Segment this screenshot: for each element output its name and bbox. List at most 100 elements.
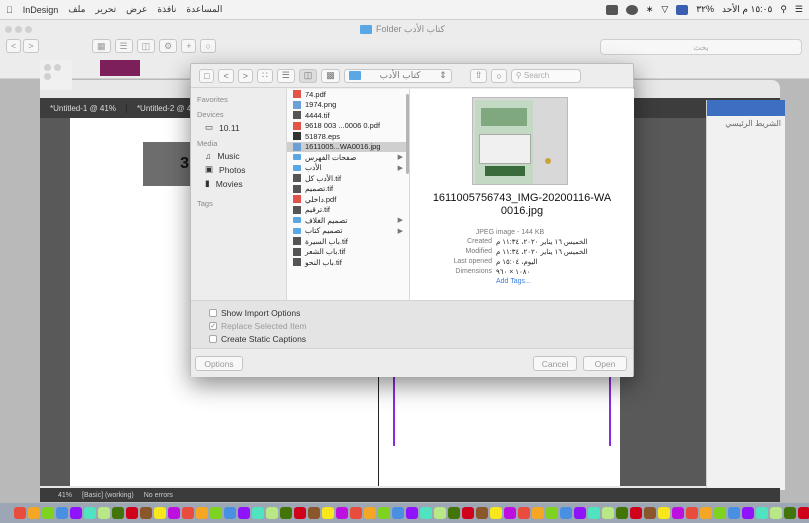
- finder-view-icons-button[interactable]: ▦: [92, 39, 111, 53]
- sidebar-item-device[interactable]: ▭ 10.11: [205, 122, 286, 133]
- dock-app-icon[interactable]: [112, 507, 124, 519]
- clock-text[interactable]: ١٥:٠٥ م الأحد: [722, 4, 772, 15]
- dock-app-icon[interactable]: [28, 507, 40, 519]
- dock-app-icon[interactable]: [644, 507, 656, 519]
- back-button[interactable]: <: [218, 68, 234, 83]
- dock-app-icon[interactable]: [546, 507, 558, 519]
- replace-selected-checkbox[interactable]: ✓: [209, 322, 217, 330]
- dock-app-icon[interactable]: [392, 507, 404, 519]
- add-tags-link[interactable]: Add Tags...: [496, 278, 531, 285]
- menu-indesign[interactable]: InDesign: [23, 5, 59, 15]
- tag-button[interactable]: ○: [491, 68, 507, 83]
- dock-app-icon[interactable]: [490, 507, 502, 519]
- dock-app-icon[interactable]: [350, 507, 362, 519]
- finder-tags-button[interactable]: ○: [200, 39, 216, 53]
- dock-app-icon[interactable]: [518, 507, 530, 519]
- file-row[interactable]: باب الشعر.tif: [287, 247, 409, 258]
- cancel-button[interactable]: Cancel: [533, 356, 577, 371]
- file-row[interactable]: ترقيم.tif: [287, 205, 409, 216]
- indesign-zoom-button[interactable]: [44, 73, 51, 80]
- file-row[interactable]: 51878.eps: [287, 131, 409, 142]
- finder-view-list-button[interactable]: ☰: [114, 39, 133, 53]
- flag-icon[interactable]: [676, 4, 689, 15]
- dock-app-icon[interactable]: [322, 507, 334, 519]
- file-row[interactable]: تصميم كتاب ▶: [287, 226, 409, 237]
- dock-app-icon[interactable]: [210, 507, 222, 519]
- dock-app-icon[interactable]: [756, 507, 768, 519]
- dialog-search-input[interactable]: ⚲ Search: [510, 68, 581, 83]
- dock-app-icon[interactable]: [252, 507, 264, 519]
- view-columns-button[interactable]: ◫: [298, 68, 318, 83]
- finder-view-columns-button[interactable]: ◫: [136, 39, 156, 53]
- notification-center-icon[interactable]: ☰: [795, 4, 803, 15]
- dock-app-icon[interactable]: [728, 507, 740, 519]
- status-preflight-profile[interactable]: [Basic] (working): [82, 492, 134, 499]
- file-row[interactable]: 4444.tif: [287, 110, 409, 121]
- dock-app-icon[interactable]: [294, 507, 306, 519]
- dock-app-icon[interactable]: [616, 507, 628, 519]
- forward-button[interactable]: >: [237, 68, 253, 83]
- dock-app-icon[interactable]: [714, 507, 726, 519]
- dock-app-icon[interactable]: [280, 507, 292, 519]
- dock-app-icon[interactable]: [70, 507, 82, 519]
- dock-app-icon[interactable]: [182, 507, 194, 519]
- bluetooth-icon[interactable]: ∗: [646, 4, 654, 15]
- status-errors[interactable]: No errors: [144, 492, 173, 499]
- menu-edit[interactable]: تحرير: [95, 4, 116, 15]
- dock-app-icon[interactable]: [462, 507, 474, 519]
- sidebar-item-movies[interactable]: ▮ Movies: [205, 178, 286, 189]
- dock-app-icon[interactable]: [798, 507, 809, 519]
- wifi-icon[interactable]: ▽: [661, 4, 668, 15]
- file-row[interactable]: 1974.png: [287, 100, 409, 111]
- menu-help[interactable]: المساعدة: [186, 4, 222, 15]
- create-static-captions-checkbox[interactable]: [209, 335, 217, 343]
- file-row[interactable]: تصميم.tif: [287, 184, 409, 195]
- finder-arrange-button[interactable]: ⚙: [159, 39, 178, 53]
- show-import-options-row[interactable]: Show Import Options: [209, 308, 300, 318]
- finder-search-input[interactable]: بحث: [600, 39, 802, 55]
- dock-app-icon[interactable]: [42, 507, 54, 519]
- creative-cloud-icon[interactable]: [605, 4, 618, 15]
- dock-app-icon[interactable]: [14, 507, 26, 519]
- dock-app-icon[interactable]: [168, 507, 180, 519]
- file-row[interactable]: صفحات الفهرس ▶: [287, 152, 409, 163]
- dock-app-icon[interactable]: [406, 507, 418, 519]
- indesign-minimize-button[interactable]: [54, 64, 61, 71]
- finder-zoom-button[interactable]: [25, 26, 32, 33]
- dock-app-icon[interactable]: [378, 507, 390, 519]
- file-row[interactable]: 9618 003 ...0006 0.pdf: [287, 121, 409, 132]
- menu-window[interactable]: نافذة: [157, 4, 176, 15]
- menu-file[interactable]: ملف: [68, 4, 85, 15]
- show-import-options-checkbox[interactable]: [209, 309, 217, 317]
- file-row[interactable]: الأدب كل.tif: [287, 173, 409, 184]
- dock-app-icon[interactable]: [686, 507, 698, 519]
- indesign-close-button[interactable]: [44, 64, 51, 71]
- sidebar-item-music[interactable]: ♫ Music: [205, 151, 286, 161]
- dock-app-icon[interactable]: [364, 507, 376, 519]
- page-number-frame[interactable]: 3: [143, 142, 193, 186]
- dock-app-icon[interactable]: [672, 507, 684, 519]
- dock-app-icon[interactable]: [336, 507, 348, 519]
- file-row[interactable]: باب السيرة.tif: [287, 236, 409, 247]
- finder-back-button[interactable]: <: [6, 39, 22, 53]
- replace-selected-row[interactable]: ✓ Replace Selected Item: [209, 321, 307, 331]
- dock-app-icon[interactable]: [588, 507, 600, 519]
- dock-app-icon[interactable]: [308, 507, 320, 519]
- dock-app-icon[interactable]: [770, 507, 782, 519]
- dock-app-icon[interactable]: [140, 507, 152, 519]
- dock-app-icon[interactable]: [602, 507, 614, 519]
- share-button[interactable]: ⇧: [469, 68, 488, 83]
- dock-app-icon[interactable]: [126, 507, 138, 519]
- dock-app-icon[interactable]: [154, 507, 166, 519]
- dock-app-icon[interactable]: [504, 507, 516, 519]
- dock-app-icon[interactable]: [784, 507, 796, 519]
- dock-app-icon[interactable]: [98, 507, 110, 519]
- finder-minimize-button[interactable]: [15, 26, 22, 33]
- dock-app-icon[interactable]: [434, 507, 446, 519]
- file-row[interactable]: تصميم الغلاف ▶: [287, 215, 409, 226]
- file-row[interactable]: 74.pdf: [287, 89, 409, 100]
- dock-app-icon[interactable]: [224, 507, 236, 519]
- file-row[interactable]: الأدب ▶: [287, 163, 409, 174]
- apple-icon[interactable]: : [6, 5, 13, 15]
- file-row[interactable]: داخلي.pdf: [287, 194, 409, 205]
